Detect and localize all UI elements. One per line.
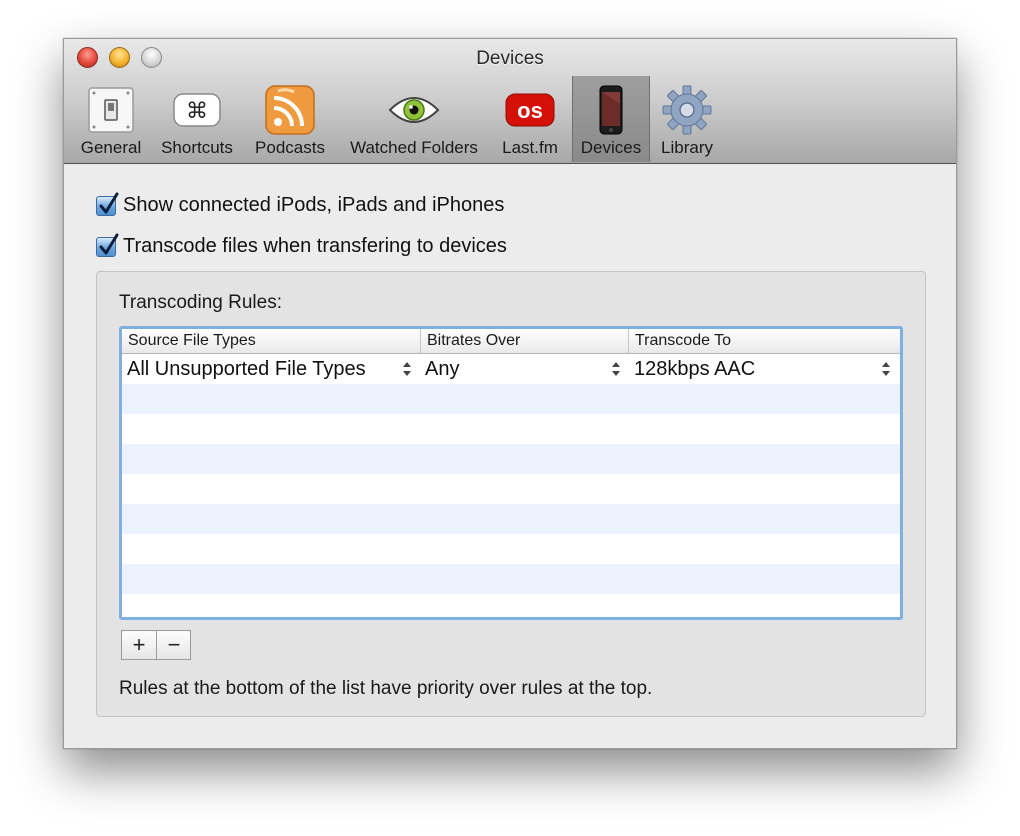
table-rows: All Unsupported File Types Any 128kbps A… [122, 354, 900, 617]
transcode-label: Transcode files when transfering to devi… [123, 235, 507, 257]
table-header: Source File Types Bitrates Over Transcod… [122, 329, 900, 354]
bitrate-stepper-icon[interactable] [611, 359, 621, 379]
command-key-icon: ⌘ [171, 84, 223, 136]
table-row[interactable]: All Unsupported File Types Any 128kbps A… [122, 354, 900, 384]
tab-podcasts[interactable]: Podcasts [250, 76, 330, 162]
table-row-empty [122, 564, 900, 594]
tab-label: Podcasts [255, 138, 325, 157]
bitrate-popup[interactable]: Any [425, 354, 615, 384]
transcode-target-value: 128kbps AAC [634, 358, 756, 380]
source-type-popup[interactable]: All Unsupported File Types [127, 354, 417, 384]
iphone-icon [585, 84, 637, 136]
table-row-empty [122, 384, 900, 414]
table-row-empty [122, 594, 900, 617]
tab-library[interactable]: Library [654, 76, 720, 162]
transcoding-rules-title: Transcoding Rules: [119, 292, 282, 313]
priority-note: Rules at the bottom of the list have pri… [119, 678, 653, 699]
devices-pane: Show connected iPods, iPads and iPhones … [64, 164, 956, 748]
source-type-stepper-icon[interactable] [402, 359, 412, 379]
lastfm-icon: os [504, 84, 556, 136]
table-row-empty [122, 534, 900, 564]
column-header-target[interactable]: Transcode To [628, 329, 900, 353]
tab-label: Library [661, 138, 713, 157]
tab-watched-folders[interactable]: Watched Folders [340, 76, 488, 162]
transcoding-rules-group: Transcoding Rules: Source File Types Bit… [96, 271, 926, 717]
tab-lastfm[interactable]: os Last.fm [494, 76, 566, 162]
column-header-bitrate[interactable]: Bitrates Over [420, 329, 628, 353]
toolbar: Devices General ⌘ Shortcuts Podcasts Wat… [64, 39, 956, 164]
tab-label: Devices [580, 138, 642, 157]
svg-text:⌘: ⌘ [186, 99, 208, 124]
gear-icon [661, 84, 713, 136]
tab-devices[interactable]: Devices [572, 76, 650, 162]
table-row-empty [122, 474, 900, 504]
checkmark-icon [99, 192, 119, 214]
source-type-value: All Unsupported File Types [127, 358, 366, 380]
column-header-source[interactable]: Source File Types [122, 329, 420, 353]
table-row-empty [122, 444, 900, 474]
tab-label: Watched Folders [350, 138, 478, 157]
window-title: Devices [476, 48, 544, 69]
add-rule-button[interactable]: + [122, 631, 156, 659]
show-devices-checkbox[interactable] [96, 192, 119, 216]
preferences-window: Devices General ⌘ Shortcuts Podcasts Wat… [63, 38, 957, 749]
switch-icon [85, 84, 137, 136]
table-row-empty [122, 414, 900, 444]
transcode-target-stepper-icon[interactable] [881, 359, 891, 379]
tab-label: General [80, 138, 142, 157]
tab-label: Last.fm [502, 138, 558, 157]
rule-buttons: + − [121, 630, 191, 660]
svg-text:os: os [517, 98, 543, 123]
eye-icon [388, 84, 440, 136]
transcode-target-popup[interactable]: 128kbps AAC [634, 354, 884, 384]
tab-general[interactable]: General [76, 76, 146, 162]
tab-shortcuts[interactable]: ⌘ Shortcuts [156, 76, 238, 162]
bitrate-value: Any [425, 358, 460, 380]
remove-rule-button[interactable]: − [156, 631, 191, 659]
transcoding-rules-table[interactable]: Source File Types Bitrates Over Transcod… [119, 326, 903, 620]
checkmark-icon [99, 233, 119, 255]
show-devices-label: Show connected iPods, iPads and iPhones [123, 194, 505, 216]
podcast-icon [264, 84, 316, 136]
tab-label: Shortcuts [161, 138, 233, 157]
table-row-empty [122, 504, 900, 534]
transcode-checkbox[interactable] [96, 233, 119, 257]
